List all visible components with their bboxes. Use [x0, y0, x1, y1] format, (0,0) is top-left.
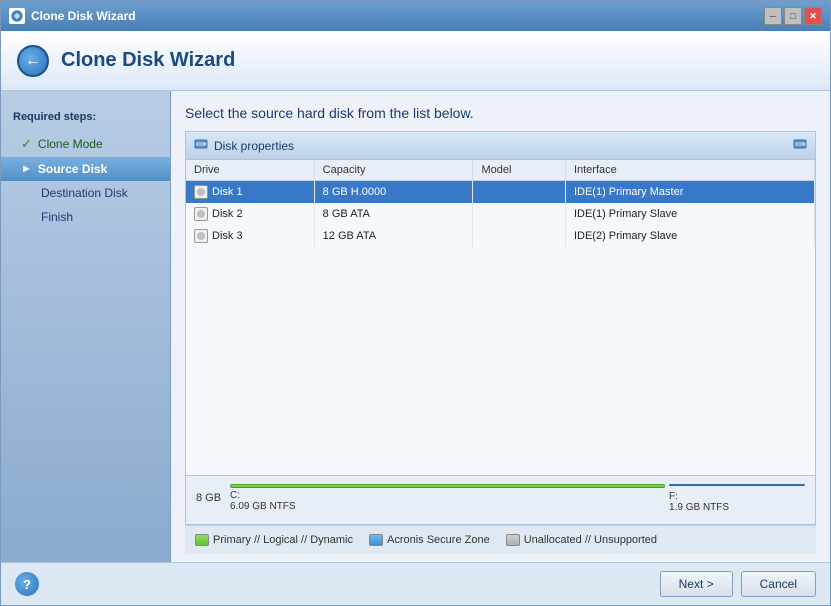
- next-button[interactable]: Next >: [660, 571, 733, 597]
- table-row[interactable]: Disk 1 8 GB H.0000 IDE(1) Primary Master: [186, 181, 815, 204]
- disk-table-scroll[interactable]: Drive Capacity Model Interface: [186, 160, 815, 475]
- maximize-button[interactable]: □: [784, 7, 802, 25]
- help-button[interactable]: ?: [15, 572, 39, 596]
- window-icon: [9, 8, 25, 24]
- disk3-capacity: 12 GB ATA: [314, 225, 473, 247]
- f-partition-segment: F: 1.9 GB NTFS: [669, 484, 805, 512]
- disk2-drive: Disk 2: [186, 203, 314, 225]
- disk3-interface: IDE(2) Primary Slave: [565, 225, 814, 247]
- legend-green-box: [195, 534, 209, 546]
- c-drive-sublabel: 6.09 GB NTFS: [230, 501, 665, 512]
- sidebar-item-finish[interactable]: Finish: [1, 205, 170, 229]
- disk3-drive: Disk 3: [186, 225, 314, 247]
- f-partition-bar: [669, 484, 805, 486]
- back-button[interactable]: ←: [17, 45, 49, 77]
- c-partition-segment: C: 6.09 GB NTFS: [230, 484, 665, 512]
- minimize-button[interactable]: ─: [764, 7, 782, 25]
- panel-instruction: Select the source hard disk from the lis…: [185, 105, 816, 121]
- table-row[interactable]: Disk 3 12 GB ATA IDE(2) Primary Slave: [186, 225, 815, 247]
- disk-row-icon: [194, 185, 208, 199]
- legend-unallocated-label: Unallocated // Unsupported: [524, 534, 657, 546]
- cancel-button[interactable]: Cancel: [741, 571, 816, 597]
- sidebar-destination-disk-label: Destination Disk: [41, 186, 128, 200]
- legend-primary: Primary // Logical // Dynamic: [195, 534, 353, 546]
- main-content: Required steps: ✓ Clone Mode ► Source Di…: [1, 91, 830, 562]
- sidebar-section-title: Required steps:: [1, 107, 170, 131]
- col-interface: Interface: [565, 160, 814, 181]
- disk-row-icon: [194, 229, 208, 243]
- legend-acronis: Acronis Secure Zone: [369, 534, 490, 546]
- right-panel: Select the source hard disk from the lis…: [171, 91, 830, 562]
- sidebar-item-source-disk[interactable]: ► Source Disk: [1, 157, 170, 181]
- partition-viz: 8 GB C: 6.09 GB NTFS: [186, 475, 815, 524]
- disk3-model: [473, 225, 566, 247]
- c-drive-label: C:: [230, 490, 240, 501]
- disk-size-label: 8 GB: [196, 484, 226, 512]
- footer: ? Next > Cancel: [1, 562, 830, 605]
- disk2-interface: IDE(1) Primary Slave: [565, 203, 814, 225]
- disk2-model: [473, 203, 566, 225]
- disk-row-icon: [194, 207, 208, 221]
- arrow-icon: ►: [21, 163, 32, 175]
- window-title: Clone Disk Wizard: [31, 9, 136, 23]
- sidebar-item-clone-mode[interactable]: ✓ Clone Mode: [1, 131, 170, 157]
- disk-properties-icon-right: [793, 137, 807, 154]
- disk1-drive: Disk 1: [186, 181, 314, 204]
- window-controls: ─ □ ✕: [764, 7, 822, 25]
- clone-disk-wizard-window: Clone Disk Wizard ─ □ ✕ ← Clone Disk Wiz…: [0, 0, 831, 606]
- table-row[interactable]: Disk 2 8 GB ATA IDE(1) Primary Slave: [186, 203, 815, 225]
- checkmark-icon: ✓: [21, 136, 32, 152]
- legend-primary-label: Primary // Logical // Dynamic: [213, 534, 353, 546]
- partition-bar-row: 8 GB C: 6.09 GB NTFS: [196, 484, 805, 512]
- header: ← Clone Disk Wizard: [1, 31, 830, 91]
- legend-gray-box: [506, 534, 520, 546]
- disk2-capacity: 8 GB ATA: [314, 203, 473, 225]
- header-title: Clone Disk Wizard: [61, 49, 235, 72]
- legend-acronis-label: Acronis Secure Zone: [387, 534, 490, 546]
- sidebar-item-destination-disk[interactable]: Destination Disk: [1, 181, 170, 205]
- sidebar: Required steps: ✓ Clone Mode ► Source Di…: [1, 91, 171, 562]
- sidebar-clone-mode-label: Clone Mode: [38, 137, 103, 151]
- title-bar: Clone Disk Wizard ─ □ ✕: [1, 1, 830, 31]
- legend: Primary // Logical // Dynamic Acronis Se…: [185, 525, 816, 554]
- f-drive-sublabel: 1.9 GB NTFS: [669, 502, 805, 513]
- close-button[interactable]: ✕: [804, 7, 822, 25]
- disk1-interface: IDE(1) Primary Master: [565, 181, 814, 204]
- legend-unallocated: Unallocated // Unsupported: [506, 534, 657, 546]
- col-model: Model: [473, 160, 566, 181]
- c-partition-bar: [230, 484, 665, 488]
- disk-table: Drive Capacity Model Interface: [186, 160, 815, 247]
- disk-properties-header: Disk properties: [186, 132, 815, 160]
- disk-table-body: Disk 1 8 GB H.0000 IDE(1) Primary Master: [186, 181, 815, 248]
- disk1-capacity: 8 GB H.0000: [314, 181, 473, 204]
- sidebar-source-disk-label: Source Disk: [38, 162, 107, 176]
- disk-properties-box: Disk properties Drive: [185, 131, 816, 525]
- sidebar-finish-label: Finish: [41, 210, 73, 224]
- col-capacity: Capacity: [314, 160, 473, 181]
- table-header: Drive Capacity Model Interface: [186, 160, 815, 181]
- disk-properties-title: Disk properties: [214, 139, 787, 153]
- col-drive: Drive: [186, 160, 314, 181]
- disk1-model: [473, 181, 566, 204]
- partition-bars: C: 6.09 GB NTFS F: 1.9 GB NTFS: [230, 484, 805, 512]
- disk-icon: [194, 137, 208, 154]
- f-drive-label: F:: [669, 491, 678, 502]
- legend-blue-box: [369, 534, 383, 546]
